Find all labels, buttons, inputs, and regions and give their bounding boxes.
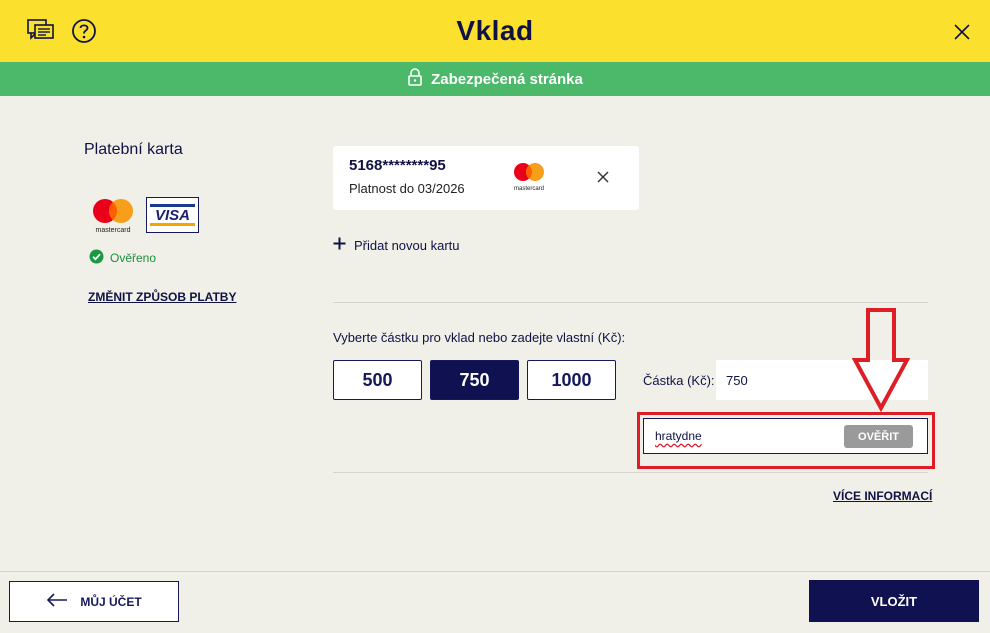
arrow-down-icon [851,308,911,417]
amount-750-button[interactable]: 750 [430,360,519,400]
visa-wordmark: VISA [150,204,195,226]
secure-page-label: Zabezpečená stránka [431,70,583,88]
lock-icon [407,68,423,90]
check-circle-icon [89,249,104,267]
divider [333,302,928,303]
mastercard-small-wordmark: mastercard [514,186,544,192]
promo-code-value: hratydne [655,429,702,443]
secure-page-notice: Zabezpečená stránka [0,62,990,96]
mastercard-small-logo: mastercard [508,160,550,196]
add-new-card-label: Přidat novou kartu [354,237,460,253]
amount-prompt: Vyberte částku pro vklad nebo zadejte vl… [333,330,626,345]
remove-card-icon[interactable] [597,167,609,188]
verified-label: Ověřeno [110,251,157,265]
mastercard-wordmark: mastercard [95,227,130,234]
verify-promo-button[interactable]: OVĚŘIT [844,425,913,448]
add-new-card-link[interactable]: Přidat novou kartu [333,237,460,253]
card-number: 5168********95 [349,157,446,174]
mastercard-logo: mastercard [88,196,138,236]
page-title: Vklad [456,15,534,46]
card-expiry: Platnost do 03/2026 [349,181,465,196]
visa-logo: VISA [146,197,199,233]
change-payment-method-link[interactable]: ZMĚNIT ZPŮSOB PLATBY [88,290,236,304]
close-icon[interactable] [953,23,971,46]
my-account-button[interactable]: MŮJ ÚČET [9,581,179,622]
saved-card[interactable] [333,146,639,210]
amount-1000-button[interactable]: 1000 [527,360,616,400]
chat-bubbles-icon[interactable] [26,17,56,48]
more-info-link[interactable]: VÍCE INFORMACÍ [833,489,932,503]
deposit-button[interactable]: VLOŽIT [809,580,979,622]
plus-icon [333,237,346,253]
my-account-label: MŮJ ÚČET [80,594,142,609]
payment-method-title: Platební karta [84,141,183,158]
divider [333,472,928,473]
custom-amount-label: Částka (Kč): [643,373,715,388]
arrow-left-icon [46,593,68,610]
footer-divider [0,571,990,572]
question-circle-icon[interactable] [71,18,97,49]
amount-500-button[interactable]: 500 [333,360,422,400]
verified-status: Ověřeno [89,249,156,267]
